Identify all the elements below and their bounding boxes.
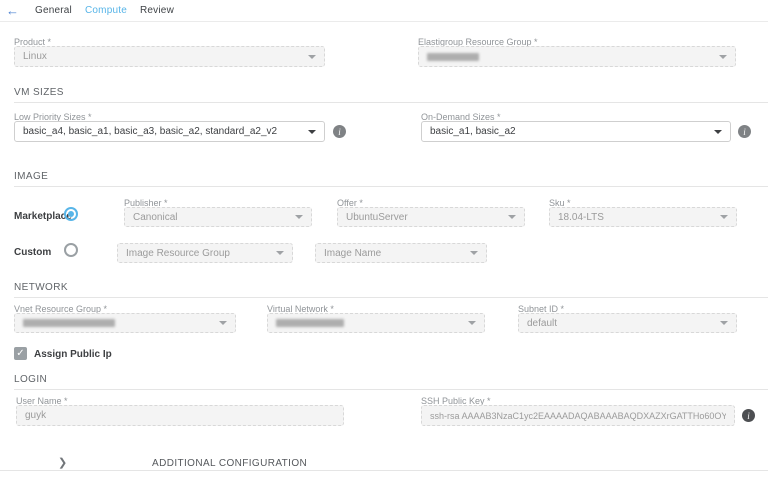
ssh-public-key-value: ssh-rsa AAAAB3NzaC1yc2EAAAADAQABAAABAQDX…: [430, 411, 726, 421]
publisher-value: Canonical: [133, 212, 177, 223]
tab-compute[interactable]: Compute: [85, 5, 127, 16]
offer-value: UbuntuServer: [346, 212, 408, 223]
chevron-down-icon: [308, 55, 316, 59]
image-section-title: IMAGE: [14, 171, 48, 182]
chevron-down-icon: [219, 321, 227, 325]
compute-config-page: ← General Compute Review Product * Linux…: [0, 0, 768, 483]
publisher-select[interactable]: Canonical: [124, 207, 312, 227]
on-demand-sizes-select[interactable]: basic_a1, basic_a2: [421, 121, 731, 142]
chevron-down-icon: [719, 55, 727, 59]
image-name-select[interactable]: Image Name: [315, 243, 487, 263]
image-name-placeholder: Image Name: [324, 248, 381, 259]
redacted-value: [23, 319, 115, 327]
chevron-down-icon: [295, 215, 303, 219]
sku-value: 18.04-LTS: [558, 212, 604, 223]
custom-radio[interactable]: [64, 243, 78, 257]
chevron-down-icon: [714, 130, 722, 134]
user-name-input[interactable]: guyk: [16, 405, 344, 426]
image-resource-group-placeholder: Image Resource Group: [126, 248, 230, 259]
ssh-public-key-input[interactable]: ssh-rsa AAAAB3NzaC1yc2EAAAADAQABAAABAQDX…: [421, 405, 735, 426]
vnet-resource-group-select[interactable]: [14, 313, 236, 333]
section-divider: [0, 470, 768, 471]
info-icon[interactable]: i: [742, 409, 755, 422]
login-section-title: LOGIN: [14, 374, 47, 385]
expand-chevron-icon[interactable]: ❯: [58, 456, 67, 469]
redacted-value: [276, 319, 344, 327]
offer-select[interactable]: UbuntuServer: [337, 207, 525, 227]
wizard-tab-bar: ← General Compute Review: [0, 0, 768, 22]
marketplace-radio[interactable]: [64, 207, 78, 221]
section-divider: [14, 186, 768, 187]
section-divider: [14, 102, 768, 103]
subnet-id-select[interactable]: default: [518, 313, 737, 333]
chevron-down-icon: [470, 251, 478, 255]
radio-dot: [68, 211, 74, 217]
chevron-down-icon: [508, 215, 516, 219]
chevron-down-icon: [720, 321, 728, 325]
low-priority-sizes-value: basic_a4, basic_a1, basic_a3, basic_a2, …: [23, 126, 277, 137]
network-section-title: NETWORK: [14, 282, 68, 293]
chevron-down-icon: [468, 321, 476, 325]
tab-general[interactable]: General: [35, 5, 72, 16]
tab-review[interactable]: Review: [140, 5, 174, 16]
user-name-value: guyk: [25, 410, 46, 421]
info-icon[interactable]: i: [738, 125, 751, 138]
chevron-down-icon: [276, 251, 284, 255]
custom-option-label: Custom: [14, 247, 51, 258]
redacted-value: [427, 53, 479, 61]
additional-configuration-toggle[interactable]: ADDITIONAL CONFIGURATION: [152, 458, 307, 469]
chevron-down-icon: [308, 130, 316, 134]
product-select[interactable]: Linux: [14, 46, 325, 67]
vm-sizes-section-title: VM SIZES: [14, 87, 64, 98]
elastigroup-rg-select[interactable]: [418, 46, 736, 67]
assign-public-ip-checkbox[interactable]: ✓: [14, 347, 27, 360]
product-value: Linux: [23, 51, 47, 62]
info-icon[interactable]: i: [333, 125, 346, 138]
section-divider: [14, 297, 768, 298]
image-resource-group-select[interactable]: Image Resource Group: [117, 243, 293, 263]
back-arrow-icon[interactable]: ←: [6, 3, 19, 19]
virtual-network-select[interactable]: [267, 313, 485, 333]
sku-select[interactable]: 18.04-LTS: [549, 207, 737, 227]
assign-public-ip-label: Assign Public Ip: [34, 349, 112, 360]
chevron-down-icon: [720, 215, 728, 219]
subnet-id-value: default: [527, 318, 557, 329]
section-divider: [14, 389, 768, 390]
on-demand-sizes-value: basic_a1, basic_a2: [430, 126, 516, 137]
low-priority-sizes-select[interactable]: basic_a4, basic_a1, basic_a3, basic_a2, …: [14, 121, 325, 142]
